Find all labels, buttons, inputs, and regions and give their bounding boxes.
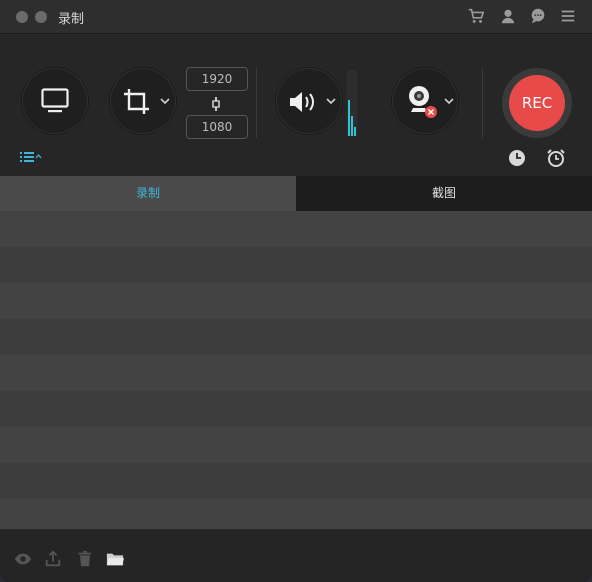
list-item [0,499,592,529]
list-item [0,355,592,391]
audio-level-bars [348,100,356,136]
cart-icon[interactable] [467,7,485,25]
list-item [0,319,592,355]
divider [482,68,483,138]
user-icon[interactable] [499,7,517,25]
preview-icon[interactable] [14,550,32,568]
audio-level-bar [348,100,350,136]
folder-icon[interactable] [106,550,124,568]
tab-record[interactable]: 录制 [0,176,296,211]
divider [256,68,257,138]
crop-icon [124,89,149,114]
chevron-down-icon [444,98,454,105]
disabled-badge-icon [425,106,437,118]
list-item [0,247,592,283]
webcam-button[interactable] [392,68,458,134]
title-bar: 录制 [0,0,592,34]
alarm-clock-icon[interactable] [546,148,566,168]
width-field[interactable]: 1920 [186,67,248,91]
app-window: 录制 1920 1080 REC 录制 截图 [0,0,592,582]
list-item [0,391,592,427]
window-minimize-button[interactable] [35,11,47,23]
list-toggle-icon[interactable] [20,151,42,163]
chevron-down-icon [326,98,336,105]
delete-icon[interactable] [76,550,94,568]
region-select-button[interactable] [110,68,176,134]
recording-list [0,211,592,529]
system-audio-button[interactable] [276,68,342,134]
speaker-icon [290,92,314,112]
list-item [0,211,592,247]
menu-icon[interactable] [559,7,577,25]
chevron-down-icon [160,98,170,105]
list-item [0,427,592,463]
chat-icon[interactable] [529,7,547,25]
monitor-icon [41,88,69,113]
share-icon[interactable] [44,550,62,568]
audio-level-bar [351,116,353,136]
history-clock-icon[interactable] [508,149,526,167]
recording-toolbar: 1920 1080 REC [0,34,592,175]
list-item [0,463,592,499]
rec-button[interactable]: REC [509,75,565,131]
tab-bar: 录制 截图 [0,176,592,211]
link-icon[interactable] [210,94,222,114]
footer-toolbar [0,529,592,582]
list-item [0,283,592,319]
window-close-button[interactable] [16,11,28,23]
tab-screenshot[interactable]: 截图 [296,176,592,211]
window-title: 录制 [58,12,85,27]
audio-level-meter [347,70,357,136]
audio-level-bar [354,127,356,136]
screen-source-button[interactable] [22,68,88,134]
height-field[interactable]: 1080 [186,115,248,139]
